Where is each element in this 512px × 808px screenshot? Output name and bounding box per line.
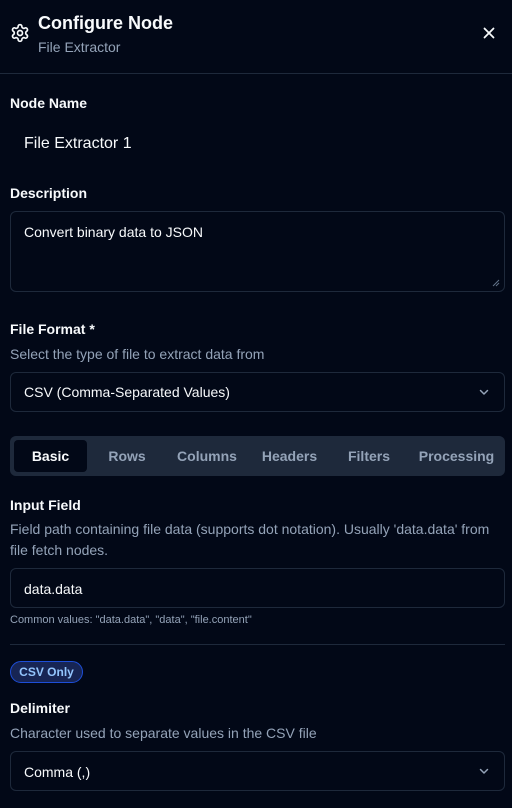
description-value: Convert binary data to JSON [24,224,203,240]
delimiter-selected: Comma (,) [24,764,91,780]
chevron-down-icon [479,768,489,774]
input-field-input[interactable]: data.data [10,568,505,608]
description-textarea[interactable]: Convert binary data to JSON [10,211,505,292]
delimiter-help: Character used to separate values in the… [10,725,317,741]
file-format-label: File Format * [10,321,95,337]
panel-subtitle: File Extractor [38,39,121,55]
tab-basic[interactable]: Basic [14,440,87,472]
input-field-value: data.data [24,581,83,597]
close-icon[interactable] [481,25,497,41]
gear-icon [11,23,29,43]
file-format-select[interactable]: CSV (Comma-Separated Values) [10,372,505,412]
delimiter-label: Delimiter [10,700,70,716]
panel-title: Configure Node [38,13,173,33]
file-format-help: Select the type of file to extract data … [10,346,265,362]
tab-rows[interactable]: Rows [92,440,162,472]
node-name-input[interactable]: File Extractor 1 [24,135,132,153]
tab-list: Basic Rows Columns Headers Filters Proce… [10,436,505,476]
input-field-help: Field path containing file data (support… [10,521,490,558]
node-name-label: Node Name [10,95,88,111]
panel-header: Configure Node File Extractor [0,0,512,74]
description-label: Description [10,185,88,201]
tab-headers[interactable]: Headers [252,440,327,472]
tab-processing[interactable]: Processing [412,440,501,472]
csv-only-badge: CSV Only [10,661,83,683]
tab-filters[interactable]: Filters [333,440,405,472]
file-format-selected: CSV (Comma-Separated Values) [24,384,230,400]
delimiter-select[interactable]: Comma (,) [10,751,505,791]
divider [10,644,505,645]
chevron-down-icon [479,389,489,395]
tab-columns[interactable]: Columns [165,440,249,472]
input-field-label: Input Field [10,497,81,513]
input-field-hint: Common values: "data.data", "data", "fil… [10,614,252,626]
resize-handle-icon[interactable] [492,279,500,287]
